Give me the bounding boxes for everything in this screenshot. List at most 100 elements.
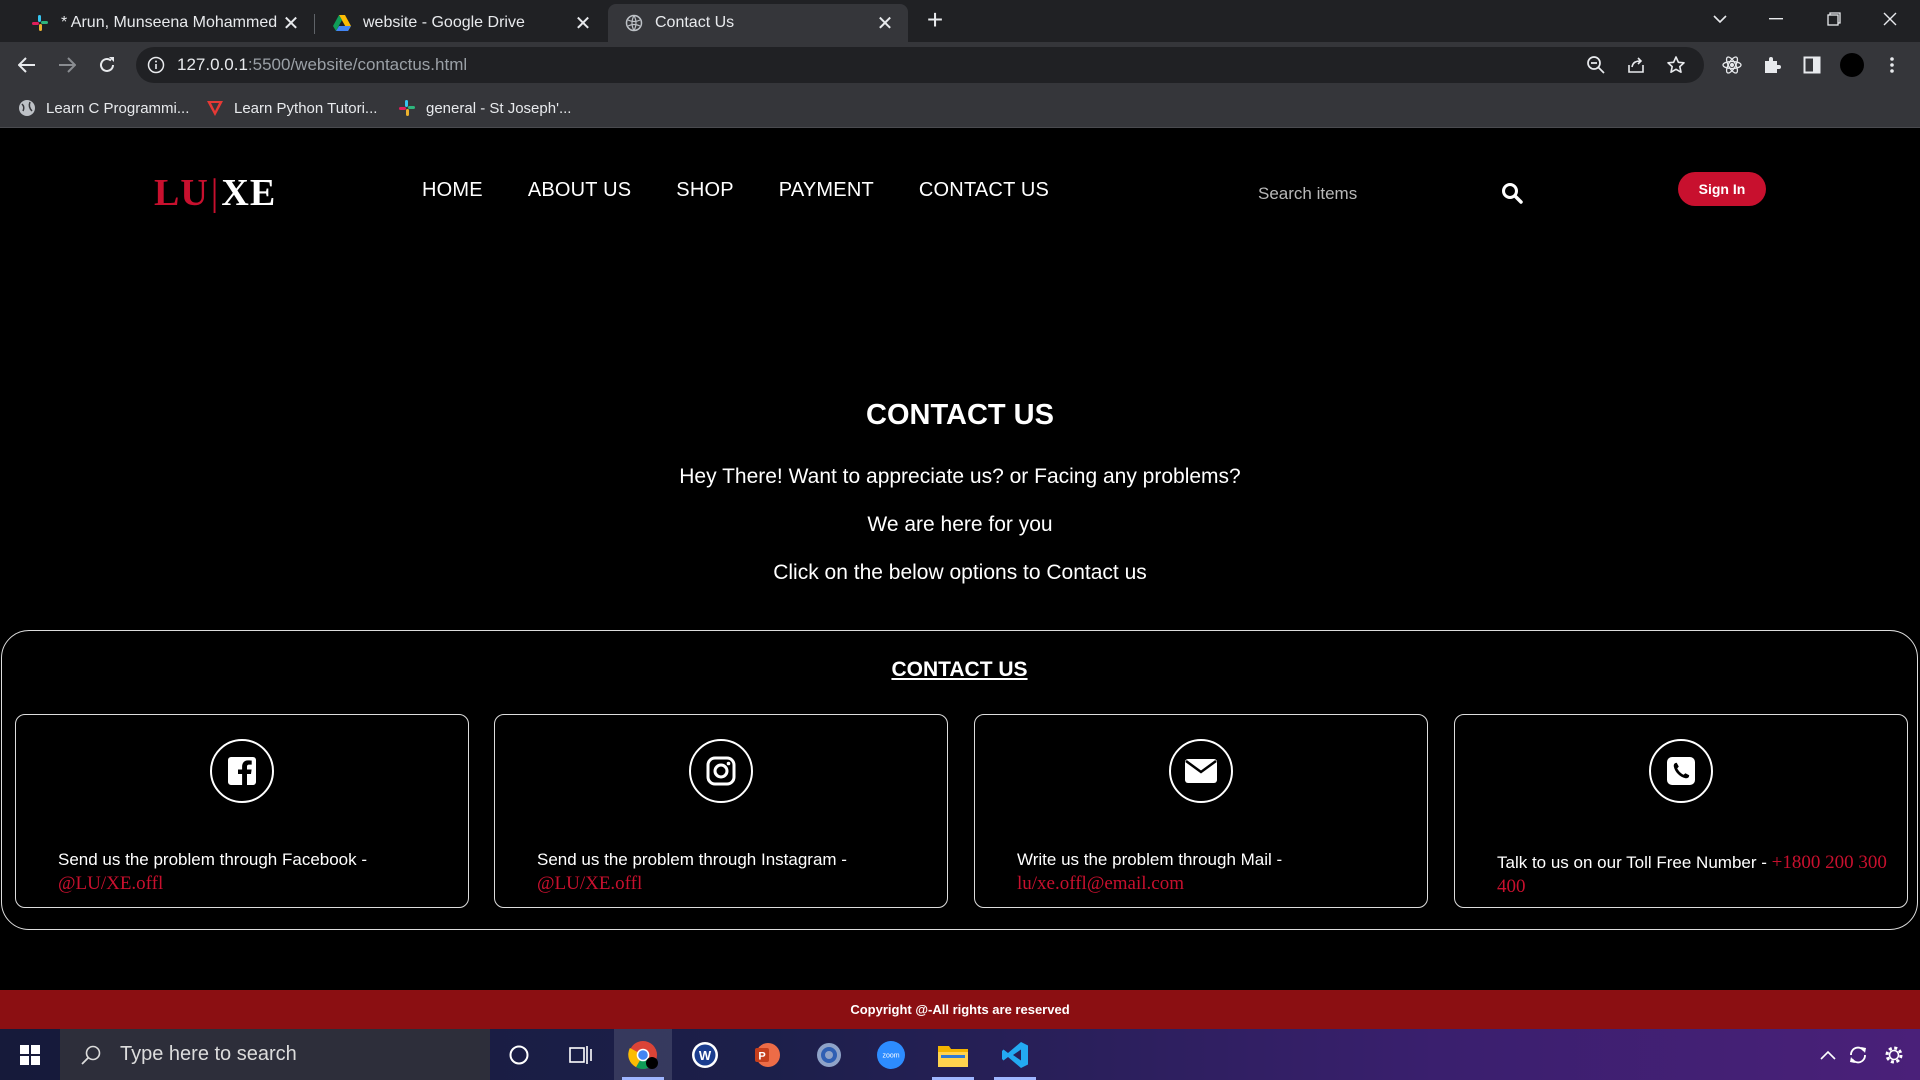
instagram-icon[interactable] bbox=[689, 739, 753, 803]
contact-card-mail[interactable]: Write us the problem through Mail - lu/x… bbox=[974, 714, 1428, 908]
google-drive-icon bbox=[332, 13, 352, 33]
url-path: :5500/website/contactus.html bbox=[247, 55, 468, 74]
react-devtools-icon[interactable] bbox=[1716, 49, 1748, 81]
contact-card-instagram[interactable]: Send us the problem through Instagram - … bbox=[494, 714, 948, 908]
web-page: LU|XE HOME ABOUT US SHOP PAYMENT CONTACT… bbox=[0, 129, 1920, 1029]
page-title: CONTACT US bbox=[866, 399, 1054, 431]
card-text: Write us the problem through Mail - lu/x… bbox=[1017, 848, 1407, 896]
powerpoint-icon[interactable]: P bbox=[738, 1029, 796, 1080]
new-tab-button[interactable]: + bbox=[920, 6, 950, 36]
contact-section: CONTACT US Send us the problem through F… bbox=[1, 630, 1918, 930]
sign-in-button[interactable]: Sign In bbox=[1678, 172, 1766, 206]
powerpoint-icon-letter: P bbox=[758, 1050, 765, 1062]
tab-slack[interactable]: * Arun, Munseena Mohammed - ✕ bbox=[14, 4, 314, 42]
cortana-icon[interactable] bbox=[490, 1029, 548, 1080]
extensions-icon[interactable] bbox=[1756, 49, 1788, 81]
contact-card-facebook[interactable]: Send us the problem through Facebook - @… bbox=[15, 714, 469, 908]
facebook-icon[interactable] bbox=[210, 739, 274, 803]
word-icon[interactable]: W bbox=[676, 1029, 734, 1080]
sync-icon[interactable] bbox=[1844, 1041, 1872, 1069]
gear-icon[interactable] bbox=[1880, 1041, 1908, 1069]
tutorial-logo-icon bbox=[206, 99, 224, 117]
globe-icon bbox=[624, 13, 644, 33]
card-text: Send us the problem through Facebook - @… bbox=[58, 848, 448, 896]
mail-icon[interactable] bbox=[1169, 739, 1233, 803]
site-footer: Copyright @-All rights are reserved bbox=[0, 990, 1920, 1029]
hero-line-3: Click on the below options to Contact us bbox=[773, 561, 1147, 584]
restore-button[interactable] bbox=[1806, 0, 1862, 38]
site-logo[interactable]: LU|XE bbox=[154, 171, 276, 215]
taskbar-search-placeholder: Type here to search bbox=[120, 1043, 297, 1065]
url-text: 127.0.0.1:5500/website/contactus.html bbox=[177, 55, 467, 75]
search-input[interactable] bbox=[1258, 181, 1458, 207]
card-description: Send us the problem through Facebook - bbox=[58, 850, 368, 869]
bookmark-star-icon[interactable] bbox=[1664, 53, 1688, 77]
tab-separator bbox=[314, 14, 315, 34]
card-description: Send us the problem through Instagram - bbox=[537, 850, 847, 869]
chrome-icon[interactable] bbox=[614, 1029, 672, 1080]
card-text: Send us the problem through Instagram - … bbox=[537, 848, 927, 896]
close-icon[interactable]: ✕ bbox=[874, 12, 896, 35]
bookmark-label: Learn Python Tutori... bbox=[234, 99, 378, 117]
instagram-handle-link[interactable]: @LU/XE.offl bbox=[537, 873, 642, 894]
logo-left: LU bbox=[154, 172, 209, 214]
close-window-button[interactable] bbox=[1862, 0, 1918, 38]
slack-icon bbox=[398, 99, 416, 117]
menu-kebab-icon[interactable] bbox=[1876, 49, 1908, 81]
bookmark-item[interactable]: general - St Joseph'... bbox=[398, 96, 571, 120]
close-icon[interactable]: ✕ bbox=[280, 12, 302, 35]
tab-search-chevron-icon[interactable] bbox=[1692, 0, 1748, 38]
word-icon-letter: W bbox=[699, 1048, 712, 1063]
bookmark-item[interactable]: Learn Python Tutori... bbox=[206, 96, 377, 120]
settings-icon[interactable] bbox=[800, 1029, 858, 1080]
profile-avatar[interactable] bbox=[1836, 49, 1868, 81]
file-explorer-icon[interactable] bbox=[924, 1029, 982, 1080]
bookmark-label: general - St Joseph'... bbox=[426, 99, 572, 117]
card-text: Talk to us on our Toll Free Number - +18… bbox=[1497, 851, 1887, 899]
zoom-icon-label: zoom bbox=[882, 1052, 899, 1059]
hero-line-2: We are here for you bbox=[867, 513, 1053, 536]
bookmark-label: Learn C Programmi... bbox=[46, 99, 190, 117]
forward-button[interactable] bbox=[51, 49, 83, 81]
contact-heading: CONTACT US bbox=[891, 658, 1028, 681]
tab-title: * Arun, Munseena Mohammed - bbox=[61, 14, 280, 31]
tab-title: Contact Us bbox=[655, 14, 735, 31]
show-hidden-icons-chevron-icon[interactable] bbox=[1814, 1041, 1842, 1069]
back-button[interactable] bbox=[11, 49, 43, 81]
tab-google-drive[interactable]: website - Google Drive ✕ bbox=[316, 4, 606, 42]
nav-about-us[interactable]: ABOUT US bbox=[528, 179, 631, 202]
nav-shop[interactable]: SHOP bbox=[676, 179, 733, 202]
taskbar-search-box[interactable]: Type here to search bbox=[60, 1029, 490, 1080]
logo-separator: | bbox=[210, 172, 220, 214]
address-bar[interactable]: 127.0.0.1:5500/website/contactus.html bbox=[136, 47, 1704, 83]
nav-payment[interactable]: PAYMENT bbox=[779, 179, 874, 202]
search-icon[interactable] bbox=[1498, 179, 1526, 207]
zoom-out-icon[interactable] bbox=[1584, 53, 1608, 77]
contact-card-phone[interactable]: Talk to us on our Toll Free Number - +18… bbox=[1454, 714, 1908, 908]
email-link[interactable]: lu/xe.offl@email.com bbox=[1017, 873, 1184, 894]
slack-icon bbox=[30, 13, 50, 33]
windows-start-icon[interactable] bbox=[0, 1029, 60, 1080]
url-host: 127.0.0.1 bbox=[177, 55, 248, 74]
zoom-icon[interactable]: zoom bbox=[862, 1029, 920, 1080]
windows-taskbar: Type here to search W P zoom bbox=[0, 1029, 1920, 1080]
share-icon[interactable] bbox=[1624, 53, 1648, 77]
search-icon bbox=[76, 1044, 106, 1066]
tab-title: website - Google Drive bbox=[363, 14, 525, 31]
reload-button[interactable] bbox=[91, 49, 123, 81]
vscode-icon[interactable] bbox=[986, 1029, 1044, 1080]
nav-home[interactable]: HOME bbox=[422, 179, 483, 202]
tab-contact-us[interactable]: Contact Us ✕ bbox=[608, 4, 908, 42]
task-view-icon[interactable] bbox=[552, 1029, 610, 1080]
nav-contact-us[interactable]: CONTACT US bbox=[919, 179, 1049, 202]
close-icon[interactable]: ✕ bbox=[572, 12, 594, 35]
bookmark-item[interactable]: Learn C Programmi... bbox=[18, 96, 189, 120]
card-description: Write us the problem through Mail - bbox=[1017, 850, 1283, 869]
info-icon[interactable] bbox=[146, 55, 166, 75]
main-nav: HOME ABOUT US SHOP PAYMENT CONTACT US bbox=[422, 179, 1049, 202]
facebook-handle-link[interactable]: @LU/XE.offl bbox=[58, 873, 163, 894]
bookmarks-bar: Learn C Programmi... Learn Python Tutori… bbox=[0, 88, 1920, 128]
side-panel-icon[interactable] bbox=[1796, 49, 1828, 81]
minimize-button[interactable] bbox=[1748, 0, 1804, 38]
phone-icon[interactable] bbox=[1649, 739, 1713, 803]
